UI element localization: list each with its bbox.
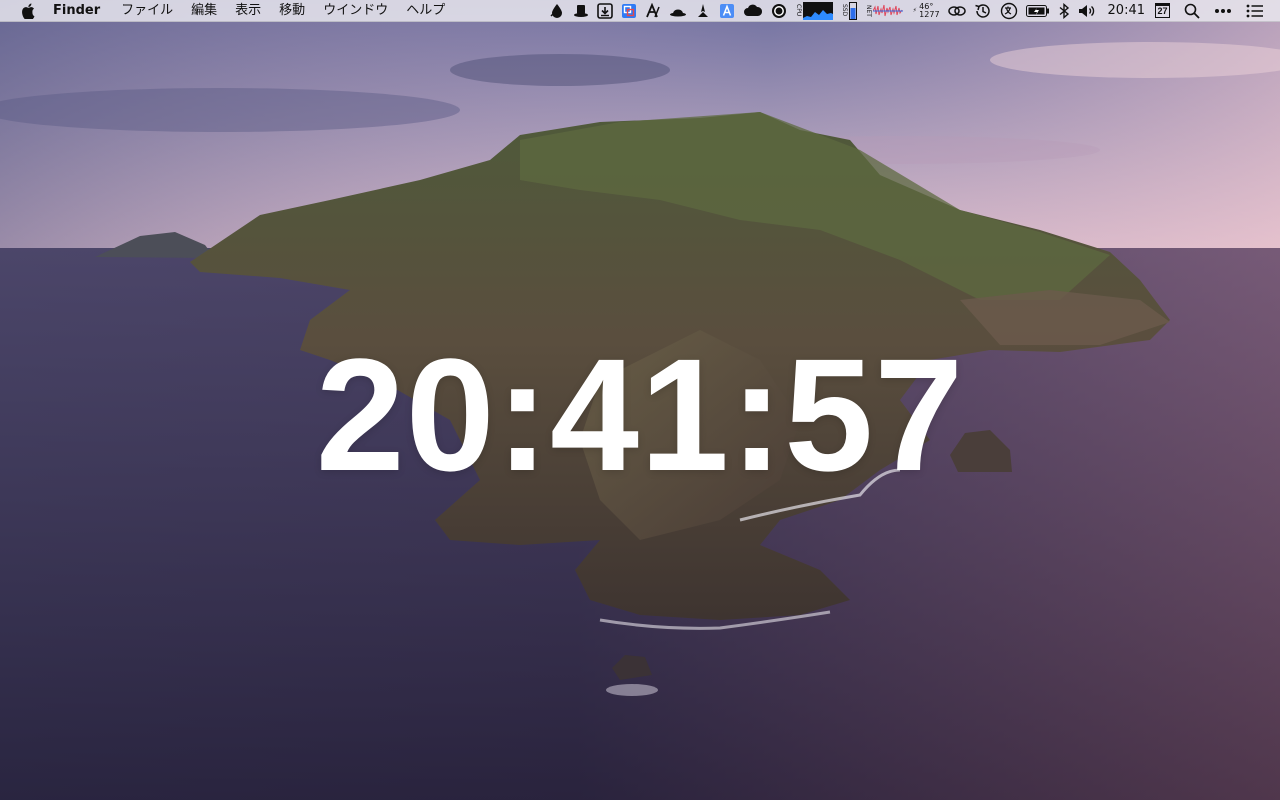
stats-value: 1277 <box>919 9 940 19</box>
thermometer-stats-icon[interactable]: ⚡ 46° 1277 <box>911 0 939 22</box>
stats-text: 46° 1277 <box>919 2 940 19</box>
bluetooth-icon[interactable] <box>1058 0 1070 22</box>
stats-prefix-icon: ⚡ <box>911 7 919 14</box>
bowler-hat-icon[interactable] <box>669 0 687 22</box>
cloud-icon[interactable] <box>743 0 763 22</box>
spotlight-search-icon[interactable] <box>1184 0 1200 22</box>
download-box-icon[interactable] <box>597 0 613 22</box>
translate-icon[interactable] <box>1000 0 1018 22</box>
menu-go[interactable]: 移動 <box>270 0 314 22</box>
ssd-label: SSD <box>841 4 849 17</box>
cpu-label: CPU <box>795 4 803 17</box>
menu-edit[interactable]: 編集 <box>182 0 226 22</box>
font-a-icon[interactable] <box>645 0 661 22</box>
calendar-day: 27 <box>1155 3 1170 18</box>
net-label: NET <box>865 4 873 17</box>
menu-help[interactable]: ヘルプ <box>397 0 454 22</box>
apple-menu-icon[interactable] <box>19 0 37 22</box>
text-a-icon[interactable] <box>719 0 735 22</box>
screen-capture-icon[interactable] <box>621 0 637 22</box>
battery-meter-icon[interactable]: SSD <box>841 0 858 22</box>
menu-app-name[interactable]: Finder <box>53 0 112 22</box>
volume-icon[interactable] <box>1078 0 1098 22</box>
cpu-graph-icon[interactable]: CPU <box>795 0 834 22</box>
desktop: Finder ファイル 編集 表示 移動 ウインドウ ヘルプ CPU SSD N… <box>0 0 1280 800</box>
more-icon[interactable] <box>1214 0 1232 22</box>
network-graph-icon[interactable]: NET <box>865 0 904 22</box>
menu-window[interactable]: ウインドウ <box>314 0 397 22</box>
menu-bar-extras: CPU SSD NET ⚡ 46° 1277 20:41 27 <box>545 0 1280 22</box>
calendar-icon[interactable]: 27 <box>1155 0 1170 22</box>
notification-center-icon[interactable] <box>1246 0 1264 22</box>
drop-icon[interactable] <box>549 0 565 22</box>
battery-icon[interactable] <box>1025 0 1050 22</box>
time-machine-icon[interactable] <box>974 0 992 22</box>
menubar-clock[interactable]: 20:41 <box>1108 0 1145 22</box>
menu-view[interactable]: 表示 <box>226 0 270 22</box>
menu-bar-left: Finder ファイル 編集 表示 移動 ウインドウ ヘルプ <box>0 0 454 22</box>
record-circle-icon[interactable] <box>771 0 787 22</box>
menu-bar: Finder ファイル 編集 表示 移動 ウインドウ ヘルプ CPU SSD N… <box>0 0 1280 22</box>
menu-file[interactable]: ファイル <box>112 0 182 22</box>
launch-icon[interactable] <box>695 0 711 22</box>
link-icon[interactable] <box>947 0 966 22</box>
wallpaper-catalina <box>0 0 1280 800</box>
hat-icon[interactable] <box>573 0 589 22</box>
